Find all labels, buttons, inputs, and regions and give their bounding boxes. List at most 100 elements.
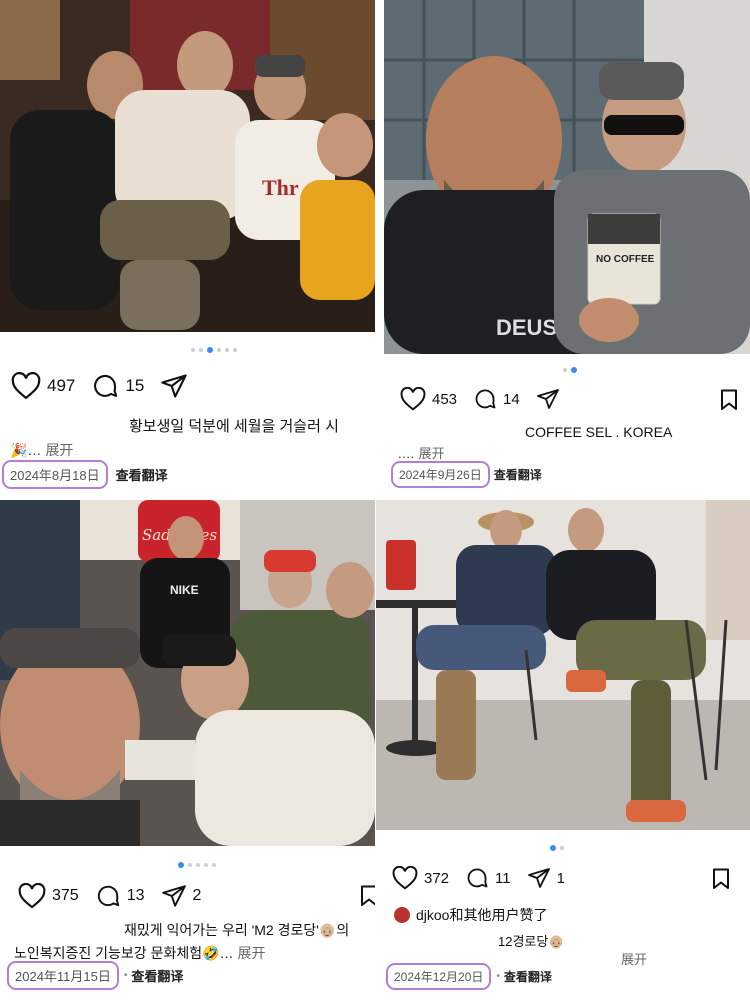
bookmark-button[interactable] <box>720 389 738 411</box>
share-icon <box>161 884 187 908</box>
share-count: 1 <box>556 869 565 887</box>
share-count: 2 <box>192 887 202 904</box>
liked-by-text: djkoo和其他用户赞了 <box>416 907 548 923</box>
share-button[interactable] <box>536 388 560 410</box>
translate-link[interactable]: 查看翻译 <box>494 466 542 483</box>
action-bar-3: 375 13 2 <box>18 883 217 909</box>
carousel-dot <box>196 863 200 867</box>
comment-count: 15 <box>125 376 145 395</box>
post-caption: COFFEE SEL . KOREA <box>525 424 673 440</box>
carousel-dot <box>199 348 203 352</box>
jersey-print: NIKE <box>170 583 199 597</box>
like-button[interactable]: 375 <box>18 883 79 909</box>
comment-icon <box>473 387 497 411</box>
bookmark-button[interactable] <box>712 868 730 890</box>
share-button[interactable]: 2 <box>161 884 202 908</box>
translate-link[interactable]: 查看翻译 <box>504 968 552 985</box>
post-date: 2024年12月20日 <box>386 963 492 990</box>
post-date: 2024年11月15日 <box>7 961 119 990</box>
post-photo-2[interactable]: DEUS NO COFFEE <box>384 0 750 354</box>
caption-continuation: .… <box>398 446 415 461</box>
post-date: 2024年8月18日 <box>2 460 108 489</box>
comment-icon <box>95 883 121 909</box>
carousel-dots-4 <box>550 845 564 851</box>
post-caption: 황보생일 덕분에 세월을 거슬러 시 <box>129 418 339 435</box>
post-card-1: Thr 497 15 황보생일 덕분에 세월을 거슬러 시 🎉… 展开 2024… <box>0 0 375 492</box>
caption-more: .… 展开 <box>398 443 445 462</box>
carousel-dots-1 <box>191 347 237 353</box>
caption-more: 展开 <box>617 949 647 968</box>
share-button[interactable] <box>160 373 188 399</box>
date-row-4: 2024年12月20日 • 查看翻译 <box>386 963 552 990</box>
carousel-dot <box>563 368 567 372</box>
cup-print: NO COFFEE <box>596 254 655 265</box>
carousel-dot-active <box>178 862 184 868</box>
separator-dot: • <box>496 971 500 982</box>
heart-icon <box>400 387 426 411</box>
comment-count: 11 <box>495 869 511 887</box>
post-card-2: DEUS NO COFFEE 453 14 COFFEE SEL . KOREA… <box>384 0 750 492</box>
carousel-dot <box>188 863 192 867</box>
carousel-dot-active <box>571 367 577 373</box>
heart-icon <box>392 866 418 890</box>
action-bar-4: 372 11 1 <box>392 866 581 890</box>
comment-count: 13 <box>126 887 145 904</box>
comment-button[interactable]: 15 <box>91 372 144 400</box>
carousel-dot <box>217 348 221 352</box>
comment-button[interactable]: 14 <box>473 387 520 411</box>
like-count: 497 <box>47 376 76 395</box>
expand-link[interactable]: 展开 <box>419 446 445 461</box>
carousel-dot <box>560 846 564 850</box>
post-date: 2024年9月26日 <box>391 461 490 488</box>
translate-link[interactable]: 查看翻译 <box>116 465 168 484</box>
action-bar-2: 453 14 <box>400 387 576 411</box>
post-photo-1[interactable]: Thr <box>0 0 375 332</box>
comment-icon <box>91 372 119 400</box>
post-caption: 재밌게 익어가는 우리 'M2 경로당'👴🏼의 <box>124 922 350 938</box>
bookmark-icon <box>360 885 375 907</box>
post-photo-3[interactable]: Sad Vibes NIKE <box>0 500 375 846</box>
heart-icon <box>11 372 41 400</box>
carousel-dot <box>233 348 237 352</box>
like-count: 372 <box>424 869 450 887</box>
action-bar-1: 497 15 <box>11 372 204 400</box>
bookmark-icon <box>712 868 730 890</box>
like-count: 453 <box>432 390 458 408</box>
heart-icon <box>18 883 46 909</box>
bookmark-icon <box>720 389 738 411</box>
shirt-print: DEUS <box>496 315 557 340</box>
comment-button[interactable]: 13 <box>95 883 145 909</box>
share-button[interactable]: 1 <box>527 867 565 889</box>
caption-continuation: 🎉… <box>10 442 42 458</box>
liked-by-row[interactable]: djkoo和其他用户赞了 <box>394 905 547 925</box>
comment-button[interactable]: 11 <box>465 866 511 890</box>
caption-more: 노인복지증진 기능보강 문화체험🤣… 展开 <box>14 943 266 963</box>
carousel-dot <box>212 863 216 867</box>
carousel-dot <box>204 863 208 867</box>
comment-icon <box>465 866 489 890</box>
carousel-dots-3 <box>178 862 216 868</box>
separator-dot: • <box>123 970 128 981</box>
svg-text:Thr: Thr <box>262 175 299 200</box>
like-button[interactable]: 372 <box>392 866 449 890</box>
date-row-3: 2024年11月15日 • 查看翻译 <box>7 961 183 990</box>
like-count: 375 <box>52 887 79 904</box>
carousel-dot-active <box>207 347 213 353</box>
carousel-dot <box>225 348 229 352</box>
like-button[interactable]: 453 <box>400 387 457 411</box>
expand-link[interactable]: 展开 <box>238 945 266 961</box>
date-row-1: 2024年8月18日 查看翻译 <box>2 460 168 489</box>
carousel-dot <box>191 348 195 352</box>
like-button[interactable]: 497 <box>11 372 75 400</box>
translate-link[interactable]: 查看翻译 <box>131 966 183 985</box>
share-icon <box>527 867 551 889</box>
caption-more: 🎉… 展开 <box>10 440 73 460</box>
expand-link[interactable]: 展开 <box>45 442 73 458</box>
expand-link[interactable]: 展开 <box>621 952 647 967</box>
bookmark-button[interactable] <box>360 885 375 907</box>
carousel-dot-active <box>550 845 556 851</box>
date-row-2: 2024年9月26日 查看翻译 <box>391 461 542 488</box>
post-photo-4[interactable] <box>376 500 750 830</box>
share-icon <box>536 388 560 410</box>
caption-continuation: 노인복지증진 기능보강 문화체험🤣… <box>14 945 234 961</box>
